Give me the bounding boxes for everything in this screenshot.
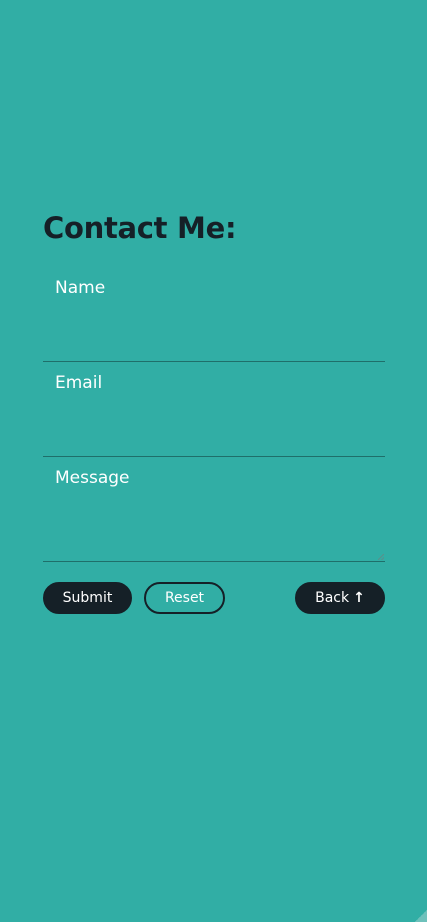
back-button-label: Back (315, 590, 350, 606)
form-buttons: Submit Reset Back ↑ (43, 582, 385, 614)
resize-grip-icon[interactable] (378, 554, 384, 560)
reset-button[interactable]: Reset (144, 582, 225, 614)
back-button[interactable]: Back ↑ (295, 582, 385, 614)
submit-button[interactable]: Submit (43, 582, 132, 614)
message-textarea[interactable] (43, 495, 385, 561)
email-field-group: Email (43, 372, 385, 457)
email-input[interactable] (43, 400, 385, 456)
message-label: Message (55, 468, 130, 488)
page-title: Contact Me: (43, 211, 237, 245)
name-input[interactable] (43, 305, 385, 361)
contact-form: Name Email Message Submit Reset Back ↑ (43, 277, 385, 614)
contact-page: Contact Me: Name Email Message Submit Re… (43, 210, 385, 614)
email-label: Email (55, 373, 103, 393)
message-field-group: Message (43, 467, 385, 562)
name-field-group: Name (43, 277, 385, 362)
name-label: Name (55, 278, 106, 298)
window-resize-corner (415, 910, 427, 922)
arrow-up-icon: ↑ (353, 590, 365, 606)
